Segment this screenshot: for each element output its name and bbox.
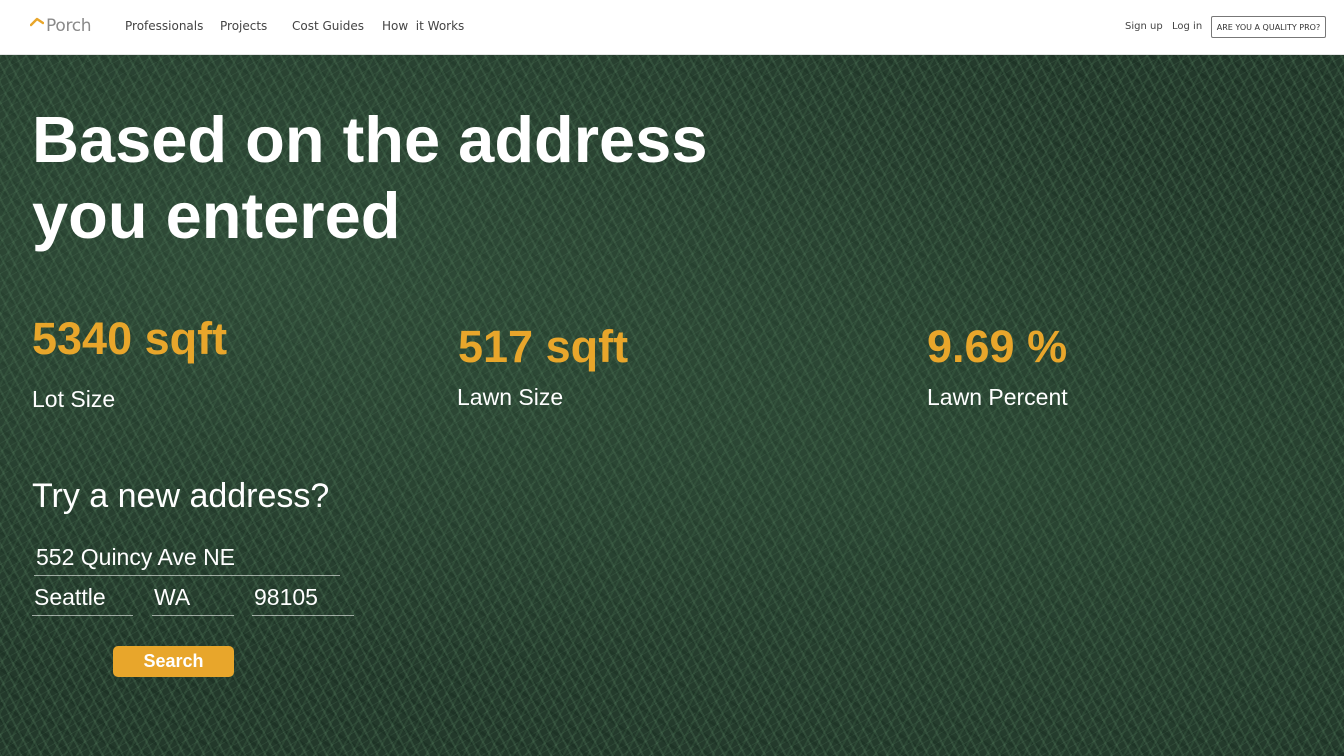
street-input[interactable] bbox=[34, 540, 340, 576]
lawn-size-value: 517 sqft bbox=[458, 321, 629, 372]
top-header: Porch Professionals Projects Cost Guides… bbox=[0, 0, 1344, 55]
nav-cost-guides[interactable]: Cost Guides bbox=[292, 19, 364, 33]
lot-size-value: 5340 sqft bbox=[32, 313, 228, 364]
quality-pro-button[interactable]: ARE YOU A QUALITY PRO? bbox=[1211, 16, 1326, 38]
search-button[interactable]: Search bbox=[113, 646, 234, 677]
hero-title-line-1: Based on the address bbox=[32, 103, 708, 176]
nav-professionals[interactable]: Professionals bbox=[125, 19, 203, 33]
porch-roof-icon bbox=[30, 17, 44, 27]
logo-text: Porch bbox=[46, 16, 92, 36]
lawn-percent-label: Lawn Percent bbox=[927, 384, 1068, 410]
log-in-link[interactable]: Log in bbox=[1172, 21, 1202, 32]
nav-how-it-works[interactable]: How it Works bbox=[382, 19, 464, 33]
porch-logo[interactable]: Porch bbox=[30, 14, 92, 38]
state-input[interactable] bbox=[152, 580, 234, 616]
hero-section: Based on the address you entered 5340 sq… bbox=[0, 55, 1344, 756]
lot-size-label: Lot Size bbox=[32, 386, 116, 412]
lawn-percent-value: 9.69 % bbox=[927, 321, 1068, 372]
zip-input[interactable] bbox=[252, 580, 354, 616]
nav-projects[interactable]: Projects bbox=[220, 19, 267, 33]
hero-title: Based on the address you entered bbox=[32, 102, 752, 254]
sign-up-link[interactable]: Sign up bbox=[1125, 21, 1163, 32]
hero-title-line-2: you entered bbox=[32, 179, 401, 252]
lawn-size-label: Lawn Size bbox=[457, 384, 564, 410]
city-input[interactable] bbox=[32, 580, 133, 616]
new-address-heading: Try a new address? bbox=[32, 477, 330, 515]
